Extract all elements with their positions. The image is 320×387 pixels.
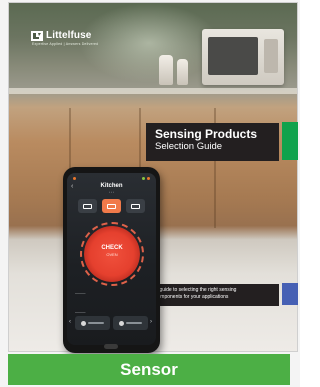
dial-text: CHECK OVEN xyxy=(84,245,140,257)
app-section-label: ——— xyxy=(75,291,86,295)
dial-unit: OVEN xyxy=(106,252,118,257)
category-label: Sensor xyxy=(120,359,178,379)
appliance-tile xyxy=(78,199,97,213)
app-room-title: Kitchen xyxy=(100,183,123,189)
brand-tagline: Expertise Applied | Answers Delivered xyxy=(32,42,99,46)
counter-shelf xyxy=(9,88,297,94)
phone-home-button xyxy=(104,344,118,349)
app-section-label: ——— xyxy=(75,310,86,314)
back-arrow-icon: ‹ xyxy=(71,183,74,190)
app-room-subtitle: • • • xyxy=(109,190,114,194)
phone-status-bar xyxy=(73,176,150,181)
cover-description-line-2: components for your applications xyxy=(155,294,229,300)
brand-name: Littelfuse xyxy=(46,30,92,41)
device-cards xyxy=(75,316,148,330)
blue-accent-bar xyxy=(282,283,298,305)
brand-logo: Littelfuse Expertise Applied | Answers D… xyxy=(31,30,98,46)
dial-value: CHECK xyxy=(101,245,123,251)
jar-image xyxy=(177,59,188,85)
chevron-left-icon: ‹ xyxy=(69,319,71,325)
appliance-selector xyxy=(78,199,145,213)
cover-description-line-1: A guide to selecting the right sensing xyxy=(155,287,237,293)
appliance-tile-active xyxy=(102,199,121,213)
category-label-bar[interactable]: Sensor xyxy=(8,354,290,385)
device-card xyxy=(113,316,148,330)
appliance-tile xyxy=(126,199,145,213)
microwave-image xyxy=(202,29,284,85)
chevron-right-icon: › xyxy=(150,319,152,325)
title-box: Sensing Products Selection Guide xyxy=(146,123,279,161)
page-root: Littelfuse Expertise Applied | Answers D… xyxy=(0,0,300,387)
cover-subtitle: Selection Guide xyxy=(155,141,223,152)
description-box: A guide to selecting the right sensing c… xyxy=(146,284,279,306)
smartphone-image: ‹ Kitchen • • • CHECK OVEN ——— ——— ‹ › xyxy=(63,167,160,353)
app-header: ‹ Kitchen • • • xyxy=(67,183,156,194)
jar-image xyxy=(159,55,173,85)
phone-screen: ‹ Kitchen • • • CHECK OVEN ——— ——— ‹ › xyxy=(67,173,156,345)
green-accent-bar xyxy=(282,122,298,160)
device-card xyxy=(75,316,110,330)
cover-title: Sensing Products xyxy=(155,127,258,141)
littelfuse-logo-icon xyxy=(31,30,43,41)
window-glow xyxy=(79,3,219,83)
